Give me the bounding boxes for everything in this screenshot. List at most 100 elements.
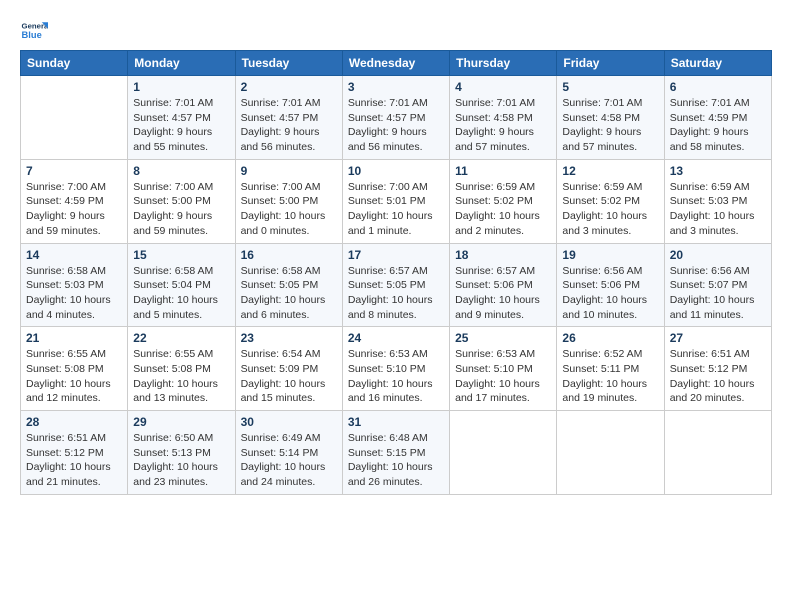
day-info: Sunrise: 6:55 AMSunset: 5:08 PMDaylight:… <box>26 347 122 406</box>
day-number: 20 <box>670 248 766 262</box>
calendar-header-friday: Friday <box>557 51 664 76</box>
day-info: Sunrise: 6:48 AMSunset: 5:15 PMDaylight:… <box>348 431 444 490</box>
calendar-cell: 4 Sunrise: 7:01 AMSunset: 4:58 PMDaylight… <box>450 76 557 160</box>
calendar-cell: 20 Sunrise: 6:56 AMSunset: 5:07 PMDayligh… <box>664 243 771 327</box>
calendar-cell: 9 Sunrise: 7:00 AMSunset: 5:00 PMDaylight… <box>235 159 342 243</box>
calendar-cell: 12 Sunrise: 6:59 AMSunset: 5:02 PMDayligh… <box>557 159 664 243</box>
day-number: 3 <box>348 80 444 94</box>
logo: General Blue <box>20 16 52 44</box>
calendar-cell: 21Sunrise: 6:55 AMSunset: 5:08 PMDayligh… <box>21 327 128 411</box>
day-info: Sunrise: 6:58 AMSunset: 5:04 PMDaylight:… <box>133 264 229 323</box>
day-info: Sunrise: 7:01 AMSunset: 4:57 PMDaylight:… <box>241 96 337 155</box>
day-info: Sunrise: 6:55 AMSunset: 5:08 PMDaylight:… <box>133 347 229 406</box>
calendar-header-monday: Monday <box>128 51 235 76</box>
day-number: 30 <box>241 415 337 429</box>
day-number: 23 <box>241 331 337 345</box>
calendar-week-row: 1 Sunrise: 7:01 AMSunset: 4:57 PMDaylight… <box>21 76 772 160</box>
day-number: 2 <box>241 80 337 94</box>
day-info: Sunrise: 6:59 AMSunset: 5:03 PMDaylight:… <box>670 180 766 239</box>
day-info: Sunrise: 7:01 AMSunset: 4:57 PMDaylight:… <box>133 96 229 155</box>
calendar-cell: 25 Sunrise: 6:53 AMSunset: 5:10 PMDayligh… <box>450 327 557 411</box>
day-number: 11 <box>455 164 551 178</box>
logo-icon: General Blue <box>20 16 48 44</box>
calendar-cell: 18 Sunrise: 6:57 AMSunset: 5:06 PMDayligh… <box>450 243 557 327</box>
day-number: 17 <box>348 248 444 262</box>
day-number: 28 <box>26 415 122 429</box>
calendar-cell: 3Sunrise: 7:01 AMSunset: 4:57 PMDaylight… <box>342 76 449 160</box>
day-number: 24 <box>348 331 444 345</box>
day-number: 9 <box>241 164 337 178</box>
calendar-cell: 17 Sunrise: 6:57 AMSunset: 5:05 PMDayligh… <box>342 243 449 327</box>
calendar-cell: 11 Sunrise: 6:59 AMSunset: 5:02 PMDayligh… <box>450 159 557 243</box>
day-info: Sunrise: 6:50 AMSunset: 5:13 PMDaylight:… <box>133 431 229 490</box>
day-number: 16 <box>241 248 337 262</box>
calendar-cell: 15 Sunrise: 6:58 AMSunset: 5:04 PMDayligh… <box>128 243 235 327</box>
calendar-table: SundayMondayTuesdayWednesdayThursdayFrid… <box>20 50 772 495</box>
calendar-cell: 14Sunrise: 6:58 AMSunset: 5:03 PMDayligh… <box>21 243 128 327</box>
day-number: 15 <box>133 248 229 262</box>
calendar-cell <box>557 411 664 495</box>
day-info: Sunrise: 6:49 AMSunset: 5:14 PMDaylight:… <box>241 431 337 490</box>
day-info: Sunrise: 7:01 AMSunset: 4:58 PMDaylight:… <box>562 96 658 155</box>
calendar-cell: 13 Sunrise: 6:59 AMSunset: 5:03 PMDayligh… <box>664 159 771 243</box>
calendar-week-row: 21Sunrise: 6:55 AMSunset: 5:08 PMDayligh… <box>21 327 772 411</box>
day-number: 1 <box>133 80 229 94</box>
day-number: 13 <box>670 164 766 178</box>
calendar-header-thursday: Thursday <box>450 51 557 76</box>
calendar-cell <box>450 411 557 495</box>
calendar-header-tuesday: Tuesday <box>235 51 342 76</box>
day-number: 22 <box>133 331 229 345</box>
calendar-header-row: SundayMondayTuesdayWednesdayThursdayFrid… <box>21 51 772 76</box>
day-info: Sunrise: 6:51 AMSunset: 5:12 PMDaylight:… <box>670 347 766 406</box>
calendar-week-row: 7Sunrise: 7:00 AMSunset: 4:59 PMDaylight… <box>21 159 772 243</box>
day-number: 19 <box>562 248 658 262</box>
calendar-cell: 23 Sunrise: 6:54 AMSunset: 5:09 PMDayligh… <box>235 327 342 411</box>
calendar-header-saturday: Saturday <box>664 51 771 76</box>
calendar-cell: 1 Sunrise: 7:01 AMSunset: 4:57 PMDaylight… <box>128 76 235 160</box>
calendar-cell: 29 Sunrise: 6:50 AMSunset: 5:13 PMDayligh… <box>128 411 235 495</box>
day-info: Sunrise: 6:56 AMSunset: 5:06 PMDaylight:… <box>562 264 658 323</box>
calendar-cell: 6Sunrise: 7:01 AMSunset: 4:59 PMDaylight… <box>664 76 771 160</box>
day-info: Sunrise: 6:59 AMSunset: 5:02 PMDaylight:… <box>455 180 551 239</box>
calendar-cell: 28Sunrise: 6:51 AMSunset: 5:12 PMDayligh… <box>21 411 128 495</box>
day-number: 10 <box>348 164 444 178</box>
calendar-cell: 31Sunrise: 6:48 AMSunset: 5:15 PMDayligh… <box>342 411 449 495</box>
day-number: 12 <box>562 164 658 178</box>
day-number: 14 <box>26 248 122 262</box>
day-number: 8 <box>133 164 229 178</box>
day-number: 25 <box>455 331 551 345</box>
day-info: Sunrise: 6:56 AMSunset: 5:07 PMDaylight:… <box>670 264 766 323</box>
calendar-cell: 30 Sunrise: 6:49 AMSunset: 5:14 PMDayligh… <box>235 411 342 495</box>
day-info: Sunrise: 6:52 AMSunset: 5:11 PMDaylight:… <box>562 347 658 406</box>
day-info: Sunrise: 7:00 AMSunset: 5:00 PMDaylight:… <box>241 180 337 239</box>
calendar-cell: 24 Sunrise: 6:53 AMSunset: 5:10 PMDayligh… <box>342 327 449 411</box>
calendar-cell: 10 Sunrise: 7:00 AMSunset: 5:01 PMDayligh… <box>342 159 449 243</box>
day-info: Sunrise: 6:58 AMSunset: 5:05 PMDaylight:… <box>241 264 337 323</box>
day-info: Sunrise: 6:54 AMSunset: 5:09 PMDaylight:… <box>241 347 337 406</box>
day-info: Sunrise: 6:53 AMSunset: 5:10 PMDaylight:… <box>455 347 551 406</box>
calendar-cell: 19 Sunrise: 6:56 AMSunset: 5:06 PMDayligh… <box>557 243 664 327</box>
day-number: 7 <box>26 164 122 178</box>
calendar-cell: 7Sunrise: 7:00 AMSunset: 4:59 PMDaylight… <box>21 159 128 243</box>
calendar-week-row: 14Sunrise: 6:58 AMSunset: 5:03 PMDayligh… <box>21 243 772 327</box>
day-info: Sunrise: 7:01 AMSunset: 4:58 PMDaylight:… <box>455 96 551 155</box>
day-number: 6 <box>670 80 766 94</box>
calendar-cell: 16 Sunrise: 6:58 AMSunset: 5:05 PMDayligh… <box>235 243 342 327</box>
day-info: Sunrise: 7:00 AMSunset: 5:00 PMDaylight:… <box>133 180 229 239</box>
calendar-cell: 5 Sunrise: 7:01 AMSunset: 4:58 PMDaylight… <box>557 76 664 160</box>
calendar-week-row: 28Sunrise: 6:51 AMSunset: 5:12 PMDayligh… <box>21 411 772 495</box>
day-number: 18 <box>455 248 551 262</box>
calendar-cell: 22 Sunrise: 6:55 AMSunset: 5:08 PMDayligh… <box>128 327 235 411</box>
day-info: Sunrise: 6:57 AMSunset: 5:06 PMDaylight:… <box>455 264 551 323</box>
day-number: 29 <box>133 415 229 429</box>
calendar-cell: 2 Sunrise: 7:01 AMSunset: 4:57 PMDaylight… <box>235 76 342 160</box>
day-info: Sunrise: 7:00 AMSunset: 5:01 PMDaylight:… <box>348 180 444 239</box>
calendar-cell: 26Sunrise: 6:52 AMSunset: 5:11 PMDayligh… <box>557 327 664 411</box>
day-info: Sunrise: 6:57 AMSunset: 5:05 PMDaylight:… <box>348 264 444 323</box>
day-info: Sunrise: 6:59 AMSunset: 5:02 PMDaylight:… <box>562 180 658 239</box>
calendar-header-sunday: Sunday <box>21 51 128 76</box>
day-number: 5 <box>562 80 658 94</box>
day-number: 4 <box>455 80 551 94</box>
calendar-cell: 27Sunrise: 6:51 AMSunset: 5:12 PMDayligh… <box>664 327 771 411</box>
day-info: Sunrise: 6:53 AMSunset: 5:10 PMDaylight:… <box>348 347 444 406</box>
